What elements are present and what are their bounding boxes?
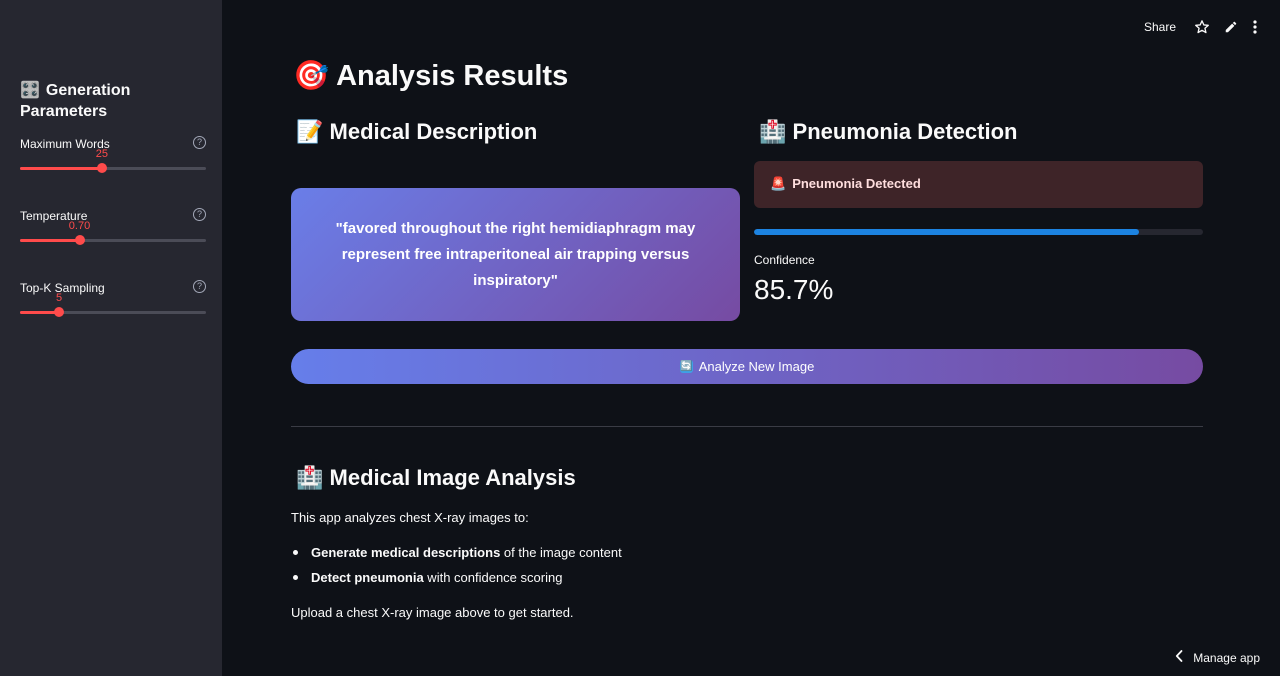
slider-fill: [20, 239, 80, 242]
slider-track[interactable]: [20, 163, 206, 173]
star-icon[interactable]: [1194, 19, 1210, 35]
list-item: Detect pneumonia with confidence scoring: [291, 569, 622, 594]
slider-value: 25: [95, 148, 108, 160]
slider-fill: [20, 167, 102, 170]
help-icon[interactable]: ?: [193, 280, 206, 293]
share-button[interactable]: Share: [1144, 20, 1176, 34]
hospital-icon: 🏥: [759, 120, 787, 145]
info-heading: 🏥 Medical Image Analysis: [296, 465, 576, 491]
slider-label: Top-K Sampling: [20, 281, 105, 295]
info-outro: Upload a chest X-ray image above to get …: [291, 605, 574, 620]
temperature-slider[interactable]: Temperature ? 0.70: [20, 208, 206, 269]
edit-icon[interactable]: [1224, 20, 1238, 34]
sidebar: 🎛️ Generation Parameters Maximum Words ? …: [0, 0, 222, 676]
help-icon[interactable]: ?: [193, 208, 206, 221]
control-knobs-icon: 🎛️: [20, 80, 40, 99]
slider-value: 0.70: [68, 220, 91, 232]
max-words-slider[interactable]: Maximum Words ? 25: [20, 136, 206, 197]
divider: [291, 426, 1203, 427]
help-icon[interactable]: ?: [193, 136, 206, 149]
siren-icon: 🚨: [770, 177, 787, 192]
sidebar-title: 🎛️ Generation Parameters: [20, 80, 131, 120]
refresh-icon: 🔄: [679, 360, 693, 373]
list-item: Generate medical descriptions of the ima…: [291, 544, 622, 569]
toolbar: Share: [1144, 18, 1258, 36]
page-title: 🎯 Analysis Results: [293, 58, 569, 92]
pneumonia-heading: 🏥 Pneumonia Detection: [759, 119, 1018, 145]
chevron-left-icon: [1175, 650, 1183, 665]
description-heading: 📝 Medical Description: [296, 119, 538, 145]
more-icon[interactable]: [1252, 19, 1258, 35]
analyze-new-image-button[interactable]: 🔄 Analyze New Image: [291, 349, 1203, 384]
description-card: "favored throughout the right hemidiaphr…: [291, 188, 740, 321]
confidence-progress-fill: [754, 229, 1139, 235]
slider-track[interactable]: [20, 235, 206, 245]
slider-thumb[interactable]: [54, 307, 65, 317]
top-k-slider[interactable]: Top-K Sampling ? 5: [20, 280, 206, 341]
confidence-value: 85.7%: [754, 274, 834, 305]
manage-app-button[interactable]: Manage app: [1175, 650, 1260, 665]
info-intro: This app analyzes chest X-ray images to:: [291, 510, 529, 525]
hospital-icon: 🏥: [296, 466, 324, 491]
slider-thumb[interactable]: [96, 163, 107, 173]
pneumonia-alert: 🚨 Pneumonia Detected: [754, 161, 1203, 208]
description-text: "favored throughout the right hemidiaphr…: [335, 219, 696, 289]
confidence-progress: [754, 229, 1203, 235]
slider-track[interactable]: [20, 307, 206, 317]
feature-list: Generate medical descriptions of the ima…: [291, 544, 622, 594]
slider-value: 5: [55, 292, 63, 304]
memo-icon: 📝: [296, 120, 324, 145]
alert-text: Pneumonia Detected: [792, 176, 921, 191]
target-icon: 🎯: [293, 58, 330, 92]
slider-thumb[interactable]: [74, 235, 85, 245]
confidence-label: Confidence: [754, 253, 815, 267]
